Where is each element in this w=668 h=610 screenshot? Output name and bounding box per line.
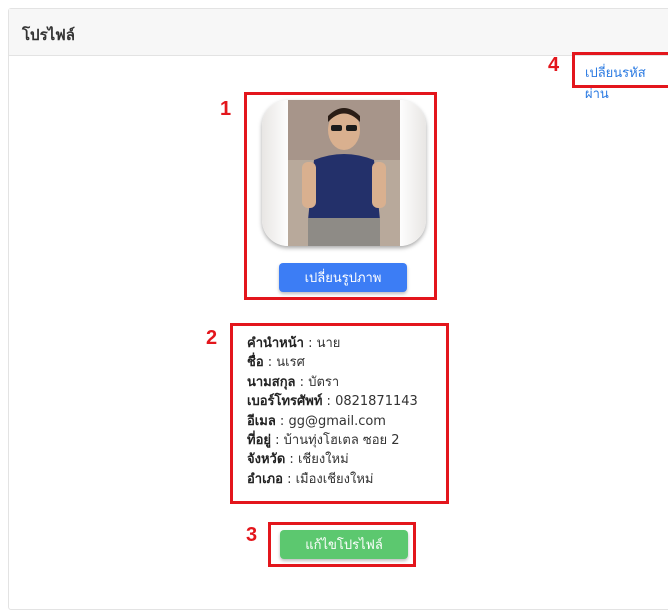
info-label: จังหวัด — [247, 452, 286, 468]
change-photo-button[interactable]: เปลี่ยนรูปภาพ — [279, 263, 407, 292]
edit-profile-button[interactable]: แก้ไขโปรไฟล์ — [280, 530, 408, 559]
info-label: นามสกุล — [247, 374, 296, 390]
info-row-district: อำเภอ : เมืองเชียงใหม่ — [247, 470, 437, 489]
info-label: ที่อยู่ — [247, 433, 271, 449]
profile-info-list: คำนำหน้า : นาย ชื่อ : นเรศ นามสกุล : บัต… — [247, 334, 437, 489]
info-label: คำนำหน้า — [247, 336, 304, 351]
card-header: โปรไฟล์ — [9, 9, 668, 56]
info-row-province: จังหวัด : เชียงใหม่ — [247, 450, 437, 469]
annotation-number-4: 4 — [548, 54, 560, 76]
info-row-phone: เบอร์โทรศัพท์ : 0821871143 — [247, 392, 437, 411]
info-value: เมืองเชียงใหม่ — [295, 471, 374, 487]
info-row-address: ที่อยู่ : บ้านทุ่งโฮเตล ซอย 2 — [247, 431, 437, 450]
profile-photo — [262, 100, 426, 246]
page-title: โปรไฟล์ — [22, 26, 75, 44]
annotation-number-3: 3 — [246, 524, 258, 546]
info-value: บัตรา — [308, 374, 340, 390]
info-value: 0821871143 — [335, 394, 418, 410]
info-separator: : — [271, 433, 284, 449]
info-separator: : — [275, 413, 289, 429]
info-separator: : — [295, 374, 309, 390]
info-separator: : — [303, 336, 317, 351]
info-label: อีเมล — [247, 413, 276, 429]
info-value: นเรศ — [276, 355, 305, 371]
change-password-link[interactable]: เปลี่ยนรหัสผ่าน — [585, 62, 668, 104]
annotation-number-2: 2 — [206, 327, 218, 349]
info-value: นาย — [316, 336, 341, 351]
info-label: อำเภอ — [247, 471, 283, 487]
info-separator: : — [282, 471, 296, 487]
info-row-first-name: ชื่อ : นเรศ — [247, 353, 437, 372]
info-label: เบอร์โทรศัพท์ — [247, 394, 323, 410]
info-separator: : — [285, 452, 298, 468]
info-separator: : — [322, 394, 336, 410]
info-value: เชียงใหม่ — [297, 452, 349, 468]
info-row-email: อีเมล : gg@gmail.com — [247, 412, 437, 431]
info-label: ชื่อ — [247, 355, 264, 371]
annotation-number-1: 1 — [220, 98, 232, 120]
info-value: gg@gmail.com — [288, 413, 386, 429]
info-row-title: คำนำหน้า : นาย — [247, 334, 437, 353]
info-separator: : — [263, 355, 277, 371]
info-value: บ้านทุ่งโฮเตล ซอย 2 — [283, 433, 400, 449]
info-row-last-name: นามสกุล : บัตรา — [247, 373, 437, 392]
